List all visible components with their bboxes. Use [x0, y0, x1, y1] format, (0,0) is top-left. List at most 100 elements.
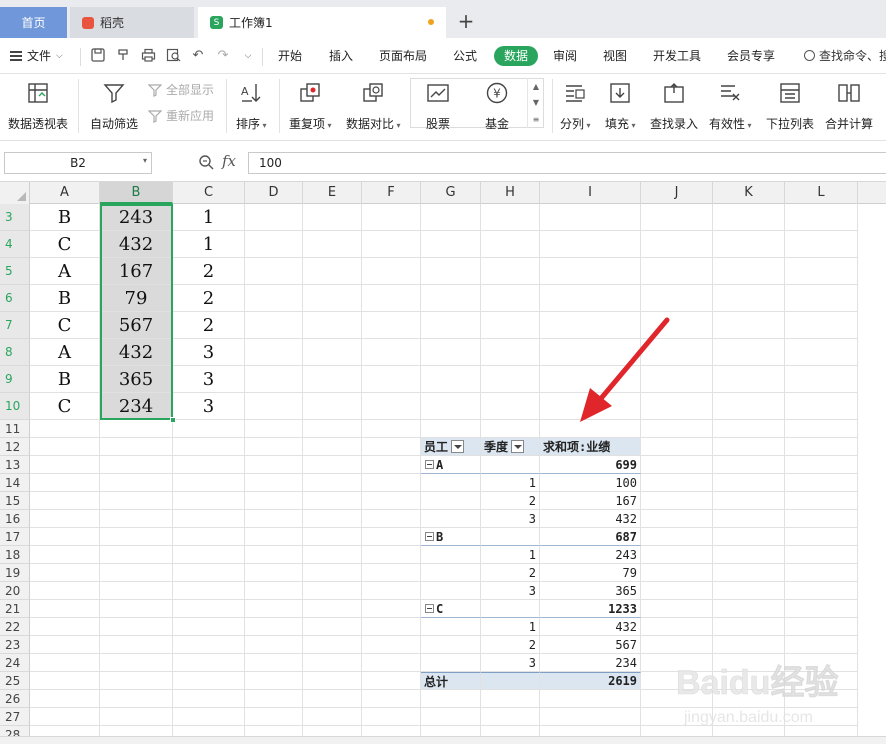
cell-empty[interactable]: [713, 636, 785, 654]
cell-empty[interactable]: [362, 564, 421, 582]
cell-empty[interactable]: [641, 285, 713, 312]
cell-empty[interactable]: [641, 690, 713, 708]
cell-empty[interactable]: [713, 582, 785, 600]
pivot-group-label[interactable]: A: [421, 456, 481, 474]
cell-empty[interactable]: [641, 393, 713, 420]
cell-empty[interactable]: [713, 339, 785, 366]
cell-empty[interactable]: [245, 420, 303, 438]
pivot-quarter[interactable]: 2: [481, 564, 540, 582]
cell-c[interactable]: 3: [173, 393, 245, 420]
cell-empty[interactable]: [173, 708, 245, 726]
cell-empty[interactable]: [303, 546, 362, 564]
pivot-cell[interactable]: [421, 564, 481, 582]
cell-empty[interactable]: [100, 546, 173, 564]
cell-empty[interactable]: [245, 546, 303, 564]
cell-a[interactable]: A: [30, 258, 100, 285]
cell-empty[interactable]: [362, 456, 421, 474]
cell-empty[interactable]: [303, 492, 362, 510]
cell-empty[interactable]: [303, 528, 362, 546]
cell-empty[interactable]: [641, 339, 713, 366]
cell-empty[interactable]: [173, 546, 245, 564]
cell-empty[interactable]: [641, 420, 713, 438]
cell-empty[interactable]: [245, 456, 303, 474]
column-header-d[interactable]: D: [245, 182, 303, 204]
cell-empty[interactable]: [785, 231, 858, 258]
cell-empty[interactable]: [303, 366, 362, 393]
cell-empty[interactable]: [713, 231, 785, 258]
reapply-button[interactable]: 重新应用: [148, 107, 214, 124]
zoom-search-icon[interactable]: [198, 154, 214, 170]
column-header-j[interactable]: J: [641, 182, 713, 204]
cell-empty[interactable]: [245, 258, 303, 285]
name-box[interactable]: B2 ▾: [4, 152, 152, 174]
cell-empty[interactable]: [641, 726, 713, 736]
cell-empty[interactable]: [540, 726, 641, 736]
cell-empty[interactable]: [713, 492, 785, 510]
cell-empty[interactable]: [641, 231, 713, 258]
pivot-header-quarter[interactable]: 季度: [481, 438, 540, 456]
cell-empty[interactable]: [713, 285, 785, 312]
menu-member[interactable]: 会员专享: [727, 47, 775, 65]
cell-empty[interactable]: [540, 285, 641, 312]
cell-empty[interactable]: [30, 456, 100, 474]
row-header[interactable]: 9: [0, 366, 30, 393]
cell-empty[interactable]: [173, 600, 245, 618]
pivot-quarter[interactable]: 2: [481, 492, 540, 510]
pivot-header-sum[interactable]: 求和项:业绩: [540, 438, 641, 456]
pivot-value[interactable]: 100: [540, 474, 641, 492]
cell-empty[interactable]: [421, 285, 481, 312]
cell-empty[interactable]: [303, 654, 362, 672]
cell-empty[interactable]: [713, 672, 785, 690]
cell-empty[interactable]: [641, 618, 713, 636]
cell-empty[interactable]: [245, 339, 303, 366]
cell-c[interactable]: 1: [173, 231, 245, 258]
menu-start[interactable]: 开始: [278, 47, 302, 65]
cell-empty[interactable]: [481, 420, 540, 438]
cell-empty[interactable]: [421, 708, 481, 726]
cell-empty[interactable]: [245, 312, 303, 339]
spreadsheet-grid[interactable]: ABCDEFGHIJKL 3 B 243 1 4 C 432 1 5 A 167 2 6 B 79 2 7 C 56…: [0, 182, 886, 736]
cell-empty[interactable]: [785, 510, 858, 528]
pivot-grand-total[interactable]: 2619: [540, 672, 641, 690]
cell-empty[interactable]: [362, 366, 421, 393]
cell-c[interactable]: 3: [173, 339, 245, 366]
row-header[interactable]: 11: [0, 420, 30, 438]
cell-empty[interactable]: [100, 474, 173, 492]
cell-empty[interactable]: [303, 474, 362, 492]
cell-empty[interactable]: [713, 708, 785, 726]
cell-empty[interactable]: [641, 258, 713, 285]
cell-empty[interactable]: [245, 366, 303, 393]
cell-empty[interactable]: [421, 726, 481, 736]
pivot-quarter[interactable]: 3: [481, 582, 540, 600]
cell-empty[interactable]: [641, 708, 713, 726]
cell-empty[interactable]: [481, 231, 540, 258]
cell-empty[interactable]: [30, 438, 100, 456]
cell-empty[interactable]: [641, 546, 713, 564]
cell-empty[interactable]: [30, 528, 100, 546]
cell-empty[interactable]: [245, 492, 303, 510]
cell-empty[interactable]: [713, 456, 785, 474]
cell-empty[interactable]: [100, 528, 173, 546]
row-header[interactable]: 12: [0, 438, 30, 456]
cell-empty[interactable]: [303, 726, 362, 736]
cell-empty[interactable]: [785, 366, 858, 393]
cell-empty[interactable]: [100, 726, 173, 736]
row-header[interactable]: 7: [0, 312, 30, 339]
cell-empty[interactable]: [362, 510, 421, 528]
cell-empty[interactable]: [303, 564, 362, 582]
cell-empty[interactable]: [30, 654, 100, 672]
cell-empty[interactable]: [245, 636, 303, 654]
cell-empty[interactable]: [785, 690, 858, 708]
cell-empty[interactable]: [245, 231, 303, 258]
undo-icon[interactable]: ↶: [190, 48, 206, 64]
cell-empty[interactable]: [30, 600, 100, 618]
data-compare-button[interactable]: 数据对比 ▾: [346, 81, 401, 132]
cell-empty[interactable]: [30, 492, 100, 510]
cell-empty[interactable]: [245, 672, 303, 690]
row-header[interactable]: 20: [0, 582, 30, 600]
cell-empty[interactable]: [713, 258, 785, 285]
cell-empty[interactable]: [100, 492, 173, 510]
pivot-group-label[interactable]: C: [421, 600, 481, 618]
cell-empty[interactable]: [303, 393, 362, 420]
cell-empty[interactable]: [540, 366, 641, 393]
